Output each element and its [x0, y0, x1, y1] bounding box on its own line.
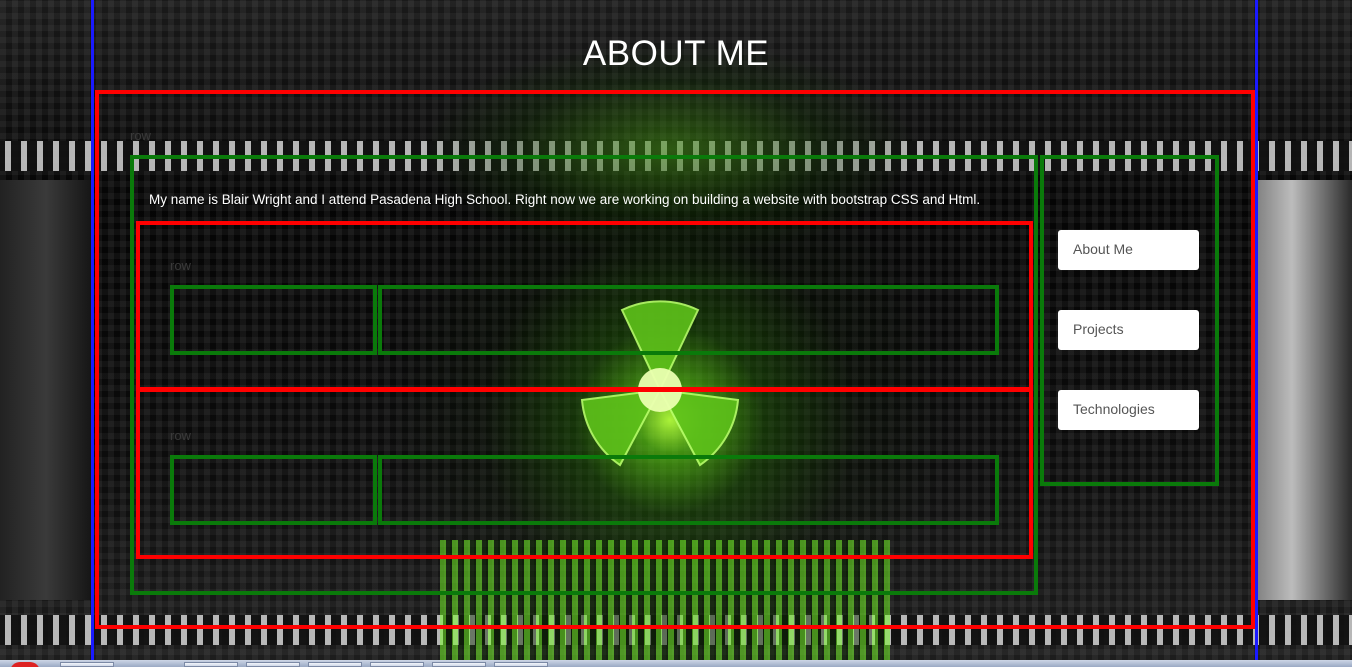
outer-row-label: row: [130, 128, 151, 143]
taskbar-button[interactable]: [370, 662, 424, 667]
nav-item-about-me[interactable]: About Me: [1058, 230, 1199, 270]
page-title: ABOUT ME: [582, 34, 770, 73]
inner-row-1-label: row: [170, 258, 191, 273]
taskbar-button[interactable]: [308, 662, 362, 667]
row-2-column-left: [170, 455, 377, 525]
taskbar-button[interactable]: [60, 662, 114, 667]
taskbar-button[interactable]: [432, 662, 486, 667]
row-2-column-right: [378, 455, 999, 525]
start-button[interactable]: [10, 662, 40, 667]
intro-paragraph: My name is Blair Wright and I attend Pas…: [149, 192, 981, 207]
taskbar-button[interactable]: [184, 662, 238, 667]
inner-row-2-label: row: [170, 428, 191, 443]
metal-panel-left: [0, 180, 92, 600]
taskbar-button[interactable]: [494, 662, 548, 667]
metal-panel-right: [1252, 180, 1352, 600]
row-1-column-right: [378, 285, 999, 355]
container-left-border: [91, 0, 94, 667]
taskbar-button[interactable]: [246, 662, 300, 667]
container-right-border: [1255, 0, 1258, 667]
row-1-column-left: [170, 285, 377, 355]
page-background: ABOUT ME row My name is Blair Wright and…: [0, 0, 1352, 667]
nav-item-technologies[interactable]: Technologies: [1058, 390, 1199, 430]
nav-item-projects[interactable]: Projects: [1058, 310, 1199, 350]
